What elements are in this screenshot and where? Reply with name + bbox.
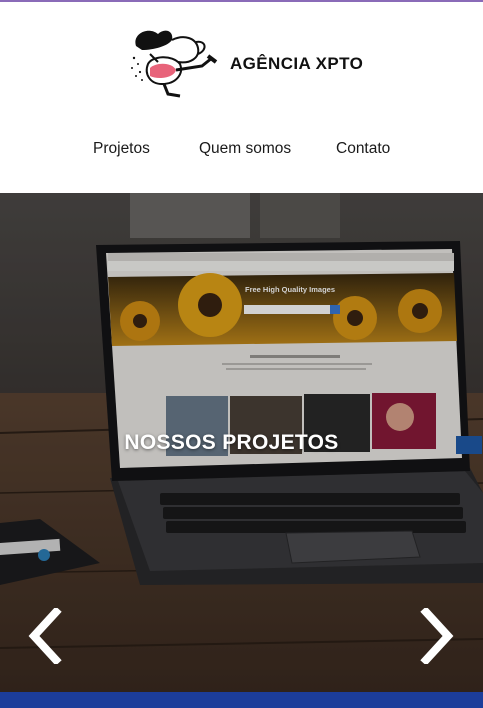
chevron-left-icon <box>28 606 62 666</box>
brand[interactable]: AGÊNCIA XPTO <box>128 28 363 100</box>
bottom-accent-bar <box>0 692 483 708</box>
site-header: AGÊNCIA XPTO Projetos Quem somos Contato <box>0 2 483 193</box>
running-character-logo-icon <box>131 30 218 98</box>
brand-name: AGÊNCIA XPTO <box>230 54 364 73</box>
carousel-prev-button[interactable] <box>24 606 64 666</box>
nav-item-projetos[interactable]: Projetos <box>93 140 150 158</box>
carousel-next-button[interactable] <box>418 606 458 666</box>
hero-title: NOSSOS PROJETOS <box>124 431 339 454</box>
nav-item-contato[interactable]: Contato <box>336 140 390 158</box>
nav-item-quem-somos[interactable]: Quem somos <box>199 140 291 158</box>
chevron-right-icon <box>420 606 454 666</box>
